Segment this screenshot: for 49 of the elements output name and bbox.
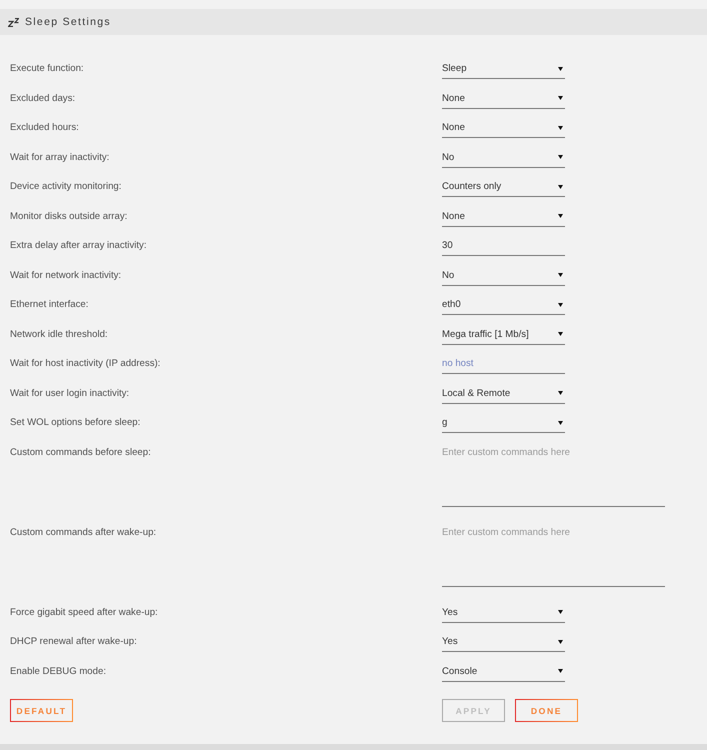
dropdown[interactable]: None: [442, 206, 565, 226]
dropdown[interactable]: Sleep: [442, 59, 565, 79]
setting-label: Excluded days:: [10, 92, 76, 106]
dropdown[interactable]: No: [442, 266, 565, 286]
caret-icon: [558, 610, 563, 614]
dropdown[interactable]: g: [442, 413, 565, 433]
caret-icon: [558, 302, 563, 306]
dropdown[interactable]: eth0: [442, 295, 565, 315]
dropdown[interactable]: Counters only: [442, 177, 565, 197]
caret-icon: [558, 273, 563, 277]
caret-icon: [558, 669, 563, 673]
caret-icon: [558, 155, 563, 159]
setting-label: Device activity monitoring:: [10, 180, 122, 194]
dropdown[interactable]: No: [442, 148, 565, 168]
setting-label: Extra delay after array inactivity:: [10, 239, 146, 253]
caret-icon: [558, 640, 563, 644]
caret-icon: [558, 420, 563, 424]
dropdown[interactable]: Yes: [442, 632, 565, 652]
setting-label: Custom commands after wake-up:: [10, 526, 156, 540]
input-field[interactable]: 30: [442, 236, 565, 256]
setting-label: Network idle threshold:: [10, 328, 108, 342]
setting-label: Wait for host inactivity (IP address):: [10, 357, 160, 371]
setting-label: Excluded hours:: [10, 121, 79, 135]
panel-title: Sleep Settings: [25, 16, 111, 28]
setting-label: Wait for array inactivity:: [10, 150, 110, 164]
caret-icon: [558, 184, 563, 188]
setting-label: Execute function:: [10, 62, 84, 76]
setting-label: Wait for user login inactivity:: [10, 386, 130, 400]
caret-icon: [558, 332, 563, 336]
sleep-icon: [8, 18, 19, 26]
caret-icon: [558, 214, 563, 218]
caret-icon: [558, 391, 563, 395]
setting-label: Force gigabit speed after wake-up:: [10, 606, 158, 620]
dropdown[interactable]: None: [442, 118, 565, 138]
dropdown[interactable]: Console: [442, 662, 565, 682]
setting-label: Enable DEBUG mode:: [10, 664, 106, 678]
setting-label: Wait for network inactivity:: [10, 268, 122, 282]
setting-label: Monitor disks outside array:: [10, 210, 128, 224]
dropdown[interactable]: Mega traffic [1 Mb/s]: [442, 324, 565, 344]
setting-label: Ethernet interface:: [10, 298, 88, 312]
caret-icon: [558, 126, 563, 130]
caret-icon: [558, 66, 563, 70]
setting-label: Custom commands before sleep:: [10, 446, 151, 460]
dropdown[interactable]: None: [442, 88, 565, 108]
dropdown[interactable]: Yes: [442, 602, 565, 622]
setting-label: DHCP renewal after wake-up:: [10, 635, 137, 649]
dropdown[interactable]: Local & Remote: [442, 384, 565, 404]
setting-label: Set WOL options before sleep:: [10, 416, 140, 430]
caret-icon: [558, 96, 563, 100]
